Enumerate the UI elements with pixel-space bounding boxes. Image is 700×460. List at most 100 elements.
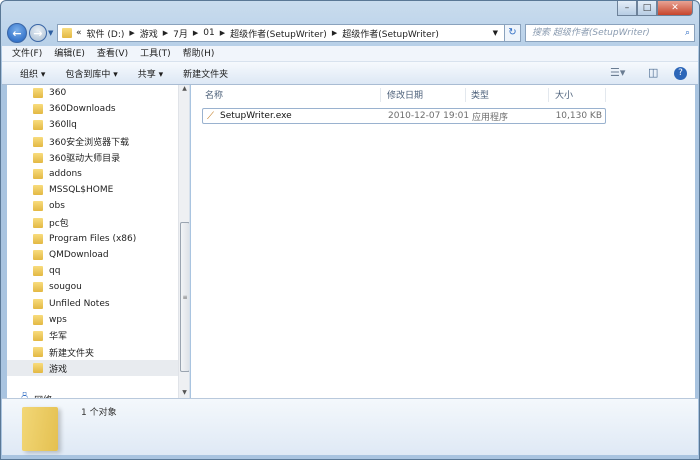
tree-item[interactable]: 360Downloads (7, 101, 178, 117)
tree-item[interactable]: Unfiled Notes (7, 295, 178, 311)
command-bar: 组织 ▾ 包含到库中 ▾ 共享 ▾ 新建文件夹 ☰▾ ◫ ? (2, 62, 698, 85)
tree-item[interactable]: sougou (7, 279, 178, 295)
folder-icon (62, 28, 72, 38)
scrollbar-thumb[interactable]: ≡ (180, 222, 189, 372)
tree-item-label: wps (49, 314, 67, 325)
tree-item[interactable]: MSSQL$HOME (7, 182, 178, 198)
menu-bar: 文件(F) 编辑(E) 查看(V) 工具(T) 帮助(H) (2, 46, 698, 62)
folder-icon (33, 104, 43, 115)
tree-item[interactable]: Program Files (x86) (7, 231, 178, 247)
back-button[interactable]: ← (7, 23, 27, 43)
search-icon[interactable]: ⌕ (685, 25, 690, 41)
tree-item[interactable]: 新建文件夹 (7, 344, 178, 360)
close-button[interactable]: ✕ (657, 1, 693, 16)
tree-item-label: addons (49, 169, 82, 180)
breadcrumb-item[interactable]: 游戏 (140, 27, 158, 40)
network-icon: 🖧 (19, 391, 30, 398)
tree-item[interactable]: obs (7, 198, 178, 214)
title-bar: – □ ✕ (1, 1, 699, 21)
explorer-window: – □ ✕ ← → ▼ « 软件 (D:) ▶ 游戏 ▶ 7月 ▶ 01 ▶ 超级作者(… (0, 0, 700, 460)
folder-icon (33, 347, 43, 358)
breadcrumb-item[interactable]: 软件 (D:) (87, 27, 125, 40)
tree-item-label: 华军 (49, 332, 68, 343)
tree-item-label: 360驱动大师目录 (49, 154, 121, 165)
tree-item[interactable]: addons (7, 166, 178, 182)
navigation-pane: 360 360Downloads 360llq 360安全浏览器下载 360驱动大师目录… (7, 85, 190, 398)
menu-edit[interactable]: 编辑(E) (54, 46, 85, 61)
tree-item[interactable]: 华军 (7, 328, 178, 344)
include-in-library-button[interactable]: 包含到库中 ▾ (65, 67, 117, 80)
scroll-up-icon[interactable]: ▲ (179, 85, 189, 92)
file-name: SetupWriter.exe (220, 111, 292, 121)
file-modified: 2010-12-07 19:01 (388, 111, 470, 121)
menu-help[interactable]: 帮助(H) (183, 46, 215, 61)
column-modified[interactable]: 修改日期 (381, 88, 466, 102)
tree-item[interactable]: 360安全浏览器下载 (7, 134, 178, 150)
column-type[interactable]: 类型 (466, 88, 549, 102)
tree-item[interactable]: 360llq (7, 117, 178, 133)
tree-item-label: 360 (49, 88, 67, 99)
organize-button[interactable]: 组织 ▾ (20, 67, 45, 80)
folder-icon (33, 266, 43, 277)
menu-file[interactable]: 文件(F) (12, 46, 42, 61)
menu-view[interactable]: 查看(V) (97, 46, 128, 61)
minimize-button[interactable]: – (617, 1, 637, 16)
tree-item-label: Program Files (x86) (49, 233, 137, 244)
details-pane: 1 个对象 (2, 398, 698, 455)
menu-tools[interactable]: 工具(T) (140, 46, 171, 61)
tree-item[interactable]: 360 (7, 85, 178, 101)
breadcrumb-item[interactable]: 7月 (173, 27, 188, 40)
folder-icon (33, 169, 43, 180)
tree-item-label: sougou (49, 282, 82, 293)
tree-item[interactable]: 360驱动大师目录 (7, 150, 178, 166)
share-button[interactable]: 共享 ▾ (138, 67, 163, 80)
preview-pane-icon[interactable]: ◫ (648, 66, 658, 79)
folder-icon (33, 152, 43, 163)
search-input[interactable]: 搜索 超级作者(SetupWriter) ⌕ (525, 24, 695, 42)
recent-pages-dropdown[interactable]: ▼ (48, 29, 53, 37)
tree-item-label: 新建文件夹 (49, 348, 95, 359)
folder-icon (33, 88, 43, 99)
breadcrumb-item[interactable]: 01 (203, 28, 214, 38)
scroll-down-icon[interactable]: ▼ (179, 389, 189, 396)
maximize-button[interactable]: □ (637, 1, 657, 16)
folder-icon (33, 185, 43, 196)
new-folder-button[interactable]: 新建文件夹 (183, 67, 228, 80)
tree-item-label: MSSQL$HOME (49, 185, 114, 196)
nav-scrollbar[interactable]: ▲ ≡ ▼ (178, 85, 189, 398)
tree-item-label: qq (49, 266, 61, 277)
address-bar[interactable]: « 软件 (D:) ▶ 游戏 ▶ 7月 ▶ 01 ▶ 超级作者(SetupWriter)… (57, 24, 521, 42)
tree-item-label: pc包 (49, 219, 69, 230)
folder-icon (33, 201, 43, 212)
folder-icon (33, 120, 43, 131)
tree-item[interactable]: pc包 (7, 215, 178, 231)
file-size: 10,130 KB (555, 111, 602, 121)
tree-item[interactable]: wps (7, 312, 178, 328)
folder-icon (33, 233, 43, 244)
folder-icon (33, 136, 43, 147)
tree-item-label: QMDownload (49, 249, 109, 260)
tree-item-label: 360llq (49, 120, 77, 131)
refresh-button[interactable]: ↻ (504, 24, 521, 42)
tree-item[interactable]: 游戏 (7, 360, 178, 377)
tree-item[interactable]: qq (7, 263, 178, 279)
tree-item-label: 游戏 (49, 364, 68, 375)
exe-file-icon: ⟋ (207, 110, 214, 122)
folder-icon (33, 249, 43, 260)
breadcrumb-item[interactable]: 超级作者(SetupWriter) (230, 27, 327, 40)
tree-item-network[interactable]: 🖧 网络 (19, 391, 52, 398)
tree-item[interactable]: QMDownload (7, 247, 178, 263)
file-row[interactable]: ⟋ SetupWriter.exe 2010-12-07 19:01 应用程序 … (202, 108, 606, 124)
column-size[interactable]: 大小 (549, 88, 606, 102)
folder-icon (33, 282, 43, 293)
column-name[interactable]: 名称 (191, 88, 381, 102)
forward-button[interactable]: → (29, 24, 47, 42)
folder-icon (33, 330, 43, 341)
breadcrumb-overflow[interactable]: « (76, 28, 82, 38)
view-options-icon[interactable]: ☰▾ (610, 66, 625, 79)
breadcrumb-item[interactable]: 超级作者(SetupWriter) (342, 27, 439, 40)
item-count: 1 个对象 (81, 408, 117, 418)
help-icon[interactable]: ? (674, 67, 687, 80)
file-type: 应用程序 (472, 112, 509, 123)
address-dropdown-icon[interactable]: ▼ (493, 29, 498, 37)
